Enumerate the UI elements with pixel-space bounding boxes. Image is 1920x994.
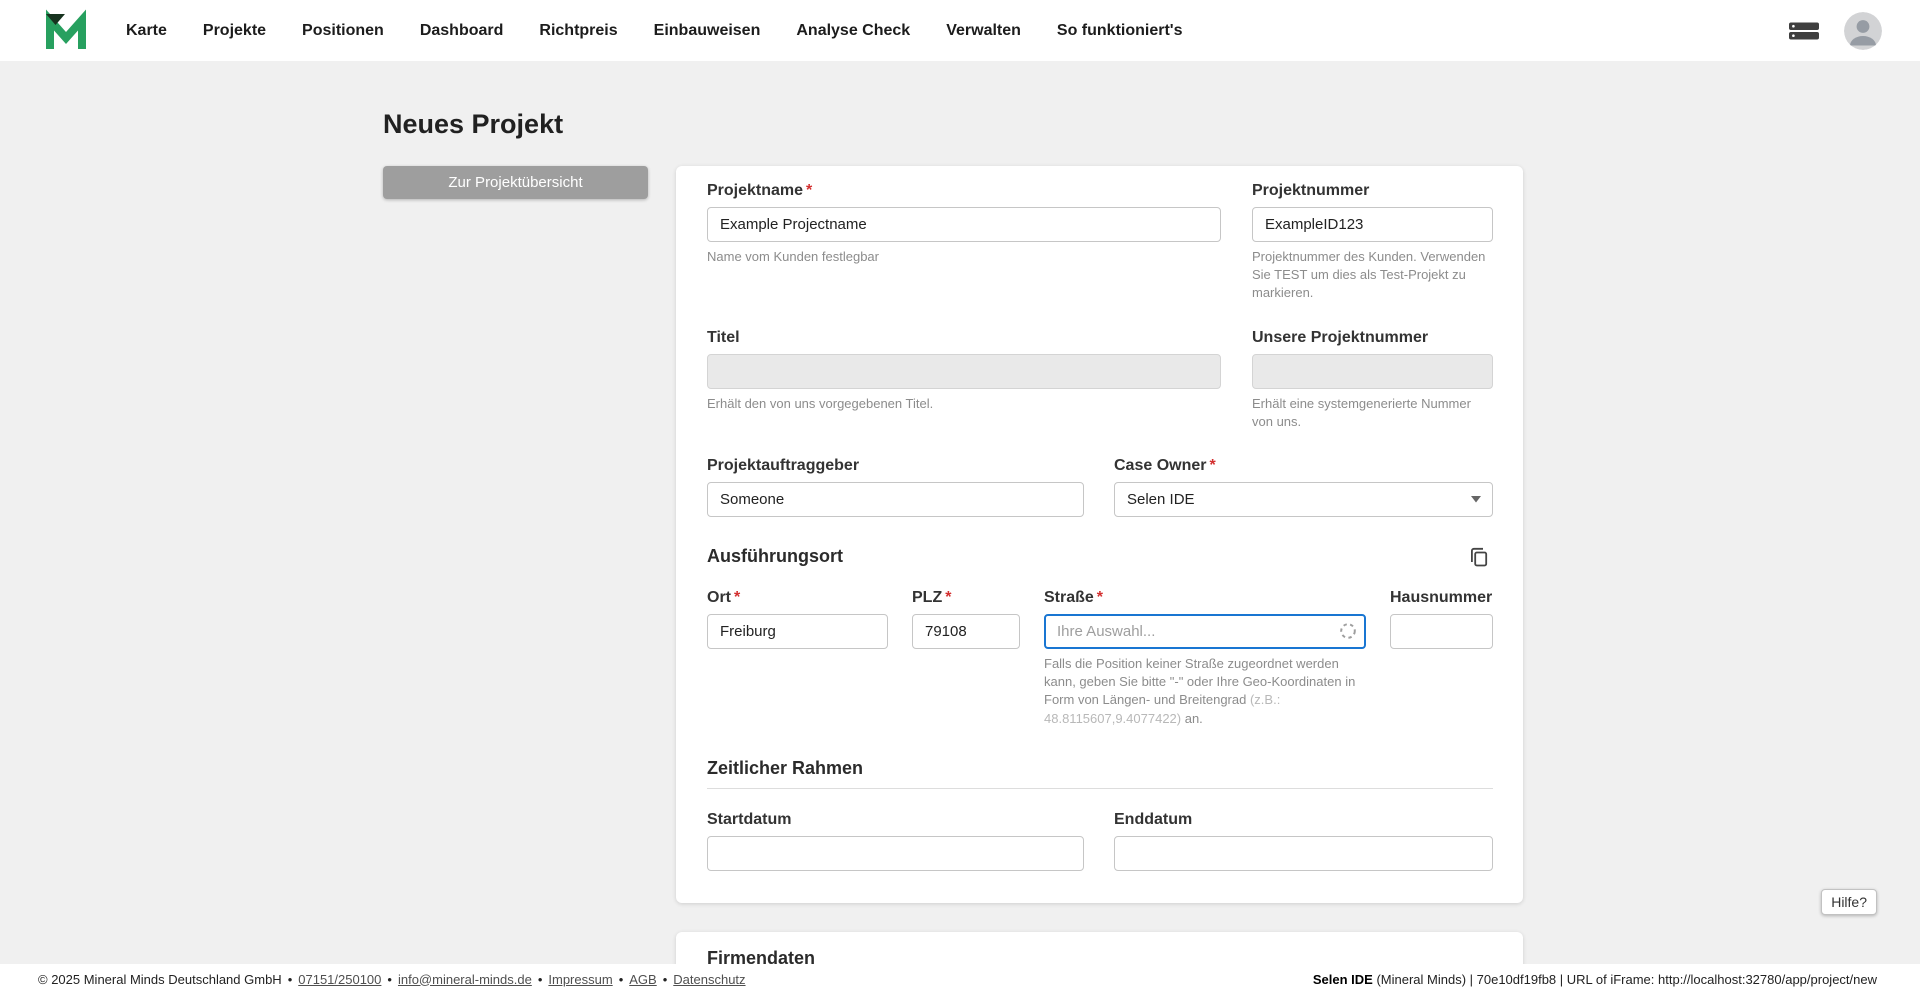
- section-title-ausfuehrungsort: Ausführungsort: [707, 546, 843, 567]
- nav-item-so-funktionierts[interactable]: So funktioniert's: [1057, 22, 1183, 40]
- projektname-helper: Name vom Kunden festlegbar: [707, 249, 879, 264]
- copy-address-button[interactable]: [1465, 543, 1493, 571]
- loading-spinner-icon: [1340, 623, 1356, 640]
- field-hausnummer: Hausnummer: [1390, 589, 1493, 649]
- copyright-text: © 2025 Mineral Minds Deutschland GmbH: [38, 971, 282, 987]
- field-strasse: Straße* Falls die Position keiner Straße…: [1044, 589, 1366, 728]
- required-marker: *: [1096, 588, 1104, 606]
- nav-item-positionen[interactable]: Positionen: [302, 22, 384, 40]
- field-plz: PLZ *: [912, 589, 1020, 649]
- field-projektname: Projektname* Name vom Kunden festlegbar: [707, 182, 1221, 266]
- required-marker: *: [734, 588, 741, 606]
- nav-item-analyse-check[interactable]: Analyse Check: [796, 22, 910, 40]
- footer-info: © 2025 Mineral Minds Deutschland GmbH • …: [38, 972, 746, 987]
- chevron-down-icon: [1471, 495, 1481, 503]
- projektnummer-input[interactable]: [1252, 207, 1493, 242]
- section-divider: [707, 787, 1493, 789]
- field-unsere-projektnummer: Unsere Projektnummer Erhält eine systemg…: [1252, 329, 1493, 431]
- session-details: (Mineral Minds) | 70e10df19fb8 | URL of …: [1372, 971, 1877, 987]
- ort-input[interactable]: [707, 613, 888, 649]
- nav-item-projekte[interactable]: Projekte: [203, 22, 266, 40]
- main-nav: Karte Projekte Positionen Dashboard Rich…: [126, 22, 1788, 40]
- project-form-card: Projektname* Name vom Kunden festlegbar …: [676, 166, 1523, 903]
- server-icon[interactable]: [1788, 20, 1820, 42]
- dot-separator: •: [618, 971, 624, 987]
- dot-separator: •: [287, 971, 293, 987]
- case-owner-select[interactable]: Selen IDE: [1114, 481, 1493, 517]
- case-owner-value: Selen IDE: [1127, 490, 1195, 508]
- dot-separator: •: [387, 971, 392, 987]
- help-button[interactable]: Hilfe?: [1821, 889, 1877, 915]
- section-title-firmendaten: Firmendaten: [707, 947, 816, 964]
- firmendaten-card: Firmendaten: [676, 931, 1523, 964]
- field-case-owner: Case Owner * Selen IDE: [1114, 457, 1493, 517]
- enddatum-input[interactable]: [1114, 835, 1493, 871]
- unsere-projektnummer-helper: Erhält eine systemgenerierte Nummer von …: [1252, 395, 1471, 429]
- field-titel: Titel Erhält den von uns vorgegebenen Ti…: [707, 329, 1221, 413]
- plz-label: PLZ *: [912, 588, 952, 606]
- projektauftraggeber-label: Projektauftraggeber: [707, 456, 860, 474]
- projektname-input[interactable]: [707, 207, 1221, 242]
- footer-link-email[interactable]: info@mineral-minds.de: [398, 972, 532, 987]
- nav-item-einbauweisen[interactable]: Einbauweisen: [654, 22, 761, 40]
- required-marker: *: [945, 588, 952, 606]
- field-projektnummer: Projektnummer Projektnummer des Kunden. …: [1252, 182, 1493, 303]
- projektnummer-label: Projektnummer: [1252, 182, 1370, 199]
- footer-link-impressum[interactable]: Impressum: [548, 972, 612, 987]
- footer-link-datenschutz[interactable]: Datenschutz: [673, 972, 745, 987]
- startdatum-label: Startdatum: [707, 810, 792, 828]
- back-to-projects-button[interactable]: Zur Projektübersicht: [383, 166, 648, 199]
- required-marker: *: [1209, 456, 1216, 474]
- projektauftraggeber-input[interactable]: [707, 481, 1084, 517]
- plz-input[interactable]: [912, 613, 1020, 649]
- field-ort: Ort *: [707, 589, 888, 649]
- main-content: Neues Projekt Zur Projektübersicht Proje…: [0, 61, 1920, 964]
- titel-helper: Erhält den von uns vorgegebenen Titel.: [707, 395, 934, 411]
- projektname-label: Projektname *: [707, 182, 813, 199]
- field-enddatum: Enddatum: [1114, 811, 1493, 871]
- startdatum-input[interactable]: [707, 835, 1084, 871]
- titel-input: [707, 353, 1221, 389]
- hausnummer-label: Hausnummer: [1390, 588, 1493, 606]
- app-logo[interactable]: [44, 8, 88, 53]
- nav-item-karte[interactable]: Karte: [126, 22, 167, 40]
- dot-separator: •: [537, 971, 543, 987]
- session-info: Selen IDE (Mineral Minds) | 70e10df19fb8…: [1313, 972, 1877, 987]
- footer: © 2025 Mineral Minds Deutschland GmbH • …: [0, 964, 1920, 994]
- footer-link-phone[interactable]: 07151/250100: [298, 972, 381, 987]
- field-projektauftraggeber: Projektauftraggeber: [707, 457, 1084, 517]
- nav-item-verwalten[interactable]: Verwalten: [946, 22, 1021, 40]
- enddatum-label: Enddatum: [1114, 810, 1193, 828]
- required-marker: *: [806, 182, 813, 199]
- nav-item-dashboard[interactable]: Dashboard: [420, 22, 504, 40]
- projektnummer-helper: Projektnummer des Kunden. Verwenden Sie …: [1252, 249, 1486, 301]
- strasse-helper: Falls die Position keiner Straße zugeord…: [1044, 655, 1356, 726]
- unsere-projektnummer-input: [1252, 353, 1493, 389]
- nav-item-richtpreis[interactable]: Richtpreis: [539, 22, 617, 40]
- session-user: Selen IDE: [1312, 971, 1373, 987]
- strasse-label: Straße *: [1044, 588, 1104, 606]
- logo-icon: [46, 8, 86, 49]
- strasse-input[interactable]: [1044, 613, 1366, 649]
- footer-link-agb[interactable]: AGB: [629, 972, 656, 987]
- header-actions: [1788, 11, 1882, 50]
- section-title-zeitlicher-rahmen: Zeitlicher Rahmen: [707, 757, 864, 778]
- copy-icon: [1471, 547, 1488, 567]
- field-startdatum: Startdatum: [707, 811, 1084, 871]
- ort-label: Ort *: [707, 588, 741, 606]
- hausnummer-input[interactable]: [1390, 613, 1493, 649]
- page-title: Neues Projekt: [383, 109, 564, 139]
- case-owner-label: Case Owner *: [1114, 456, 1216, 474]
- top-nav-bar: Karte Projekte Positionen Dashboard Rich…: [0, 0, 1920, 61]
- unsere-projektnummer-label: Unsere Projektnummer: [1252, 328, 1429, 346]
- titel-label: Titel: [707, 328, 740, 346]
- dot-separator: •: [662, 971, 668, 987]
- user-avatar-button[interactable]: [1844, 11, 1882, 50]
- person-icon: [1844, 11, 1882, 50]
